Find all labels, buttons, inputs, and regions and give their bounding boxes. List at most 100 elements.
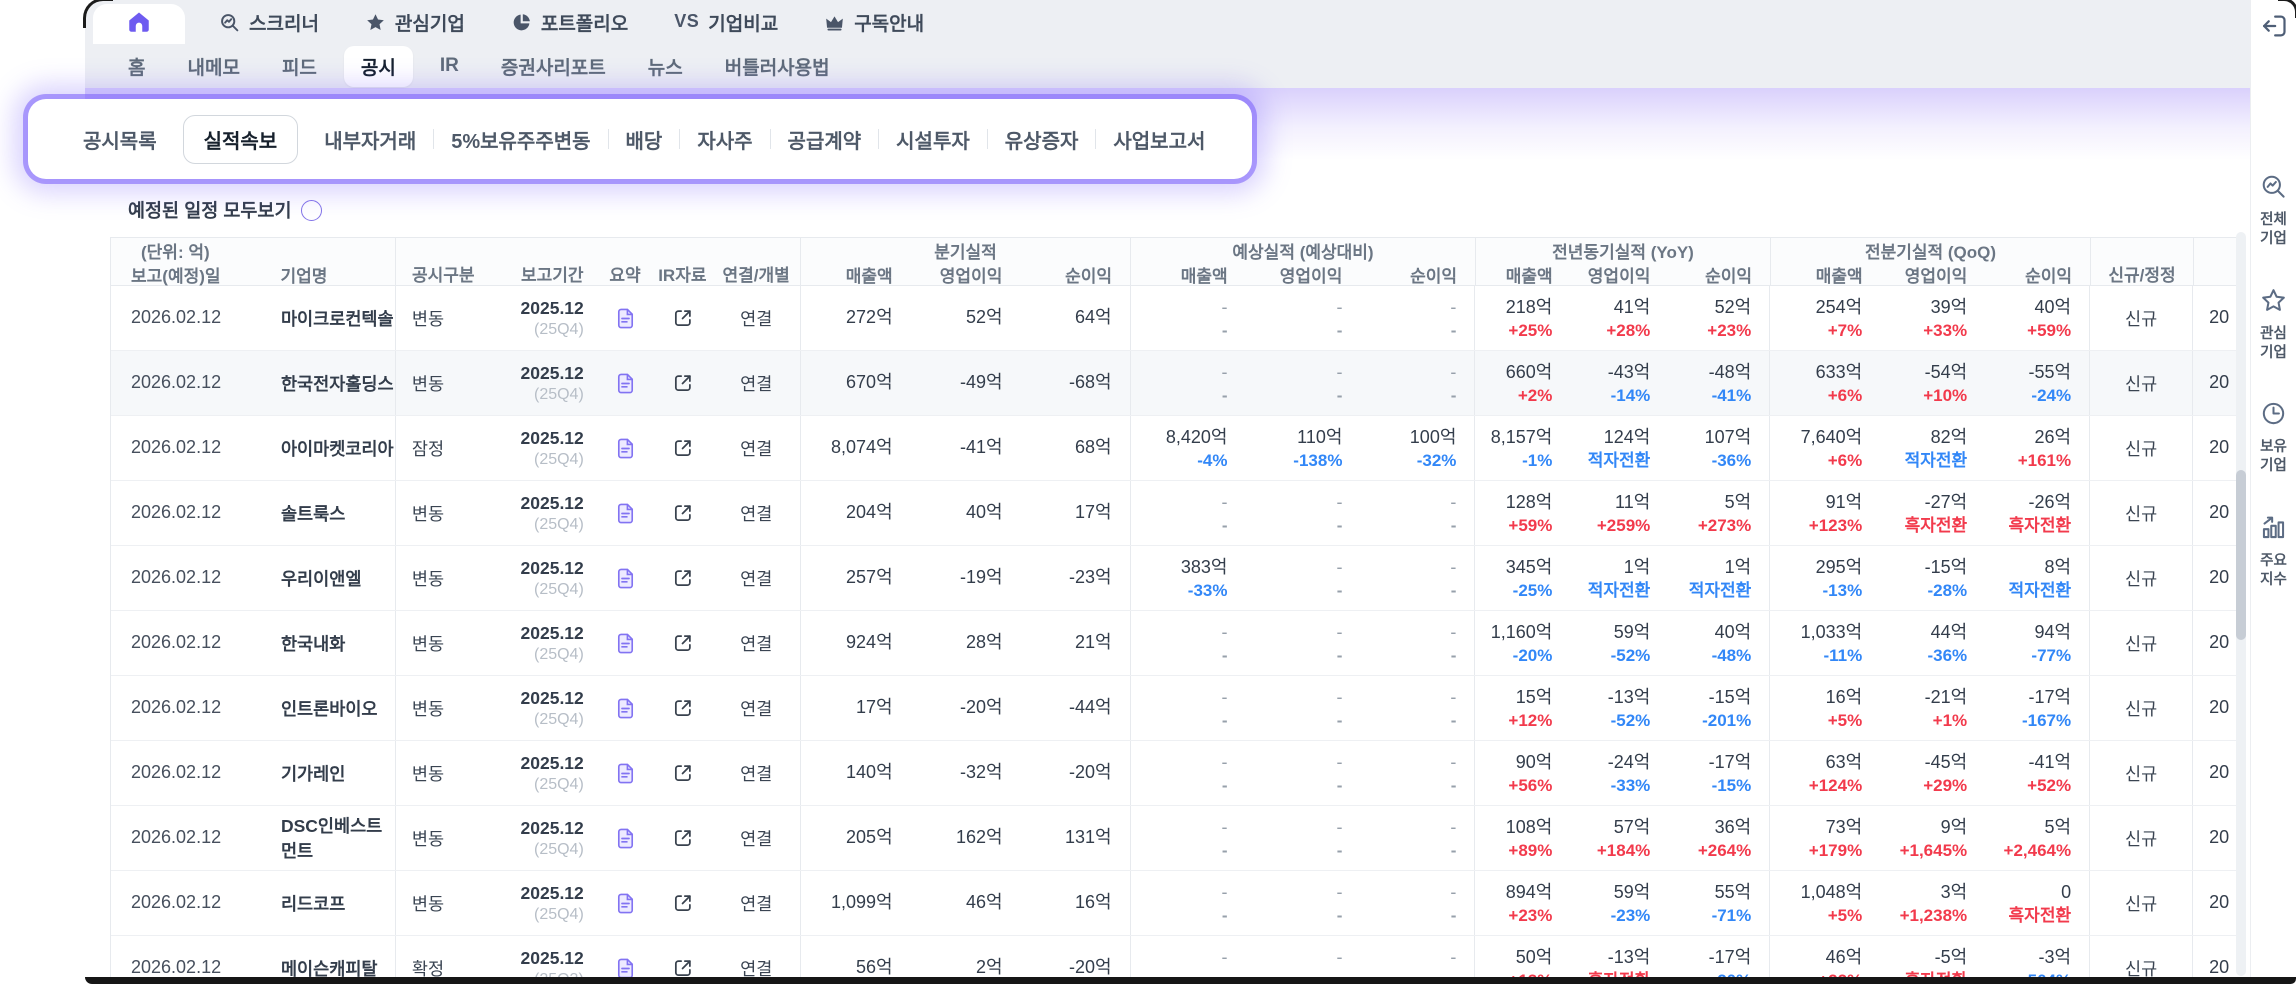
cell-clipped-date: 20 <box>2193 546 2236 610</box>
second-nav-item-증권사리포트[interactable]: 증권사리포트 <box>480 53 627 80</box>
disclosure-tab-시설투자[interactable]: 시설투자 <box>879 125 987 154</box>
table-row[interactable]: 2026.02.12솔트룩스변동2025.12(25Q4)연결204억40억17… <box>111 481 2236 546</box>
summary-doc-icon[interactable] <box>598 611 653 675</box>
cell-status: 신규 <box>2090 416 2193 480</box>
cell-company-name[interactable]: 한국전자홀딩스 <box>251 351 396 415</box>
top-nav-item-3[interactable]: 포트폴리오 <box>511 0 628 44</box>
second-nav-item-홈[interactable]: 홈 <box>107 53 166 80</box>
summary-doc-icon[interactable] <box>598 871 653 935</box>
summary-doc-icon[interactable] <box>598 416 653 480</box>
second-nav-item-IR[interactable]: IR <box>419 55 480 77</box>
external-link-icon[interactable] <box>653 416 713 480</box>
metric-cell: -32억 <box>911 741 1021 805</box>
table-header: (단위: 억)보고(예정)일기업명공시구분보고기간요약IR자료연결/개별분기실적… <box>111 238 2236 286</box>
table-row[interactable]: 2026.02.12우리이앤엘변동2025.12(25Q4)연결257억-19억… <box>111 546 2236 611</box>
metric-cell: 39억+33% <box>1880 286 1985 350</box>
rail-item-관심기업[interactable]: 관심 기업 <box>2260 287 2287 363</box>
metric-cell: 162억 <box>911 806 1021 870</box>
cell-consolidation: 연결 <box>713 741 801 805</box>
disclosure-tab-내부자거래[interactable]: 내부자거래 <box>307 125 433 154</box>
cell-company-name[interactable]: 리드코프 <box>251 871 396 935</box>
disclosure-tab-공시목록[interactable]: 공시목록 <box>66 125 174 154</box>
metric-cell: 345억-25% <box>1475 546 1570 610</box>
disclosure-tab-배당[interactable]: 배당 <box>609 125 680 154</box>
table-row[interactable]: 2026.02.12마이크로컨텍솔변동2025.12(25Q4)연결272억52… <box>111 286 2236 351</box>
cell-report-date: 2026.02.12 <box>111 871 251 935</box>
disclosure-tab-5%보유주주변동[interactable]: 5%보유주주변동 <box>434 125 607 154</box>
table-row[interactable]: 2026.02.12아이마켓코리아잠정2025.12(25Q4)연결8,074억… <box>111 416 2236 481</box>
cell-company-name[interactable]: 솔트룩스 <box>251 481 396 545</box>
summary-doc-icon[interactable] <box>598 806 653 870</box>
external-link-icon[interactable] <box>653 676 713 740</box>
metric-cell: 82억적자전환 <box>1880 416 1985 480</box>
top-nav-item-2[interactable]: 관심기업 <box>365 0 465 44</box>
summary-doc-icon[interactable] <box>598 741 653 805</box>
cell-company-name[interactable]: 기가레인 <box>251 741 396 805</box>
external-link-icon[interactable] <box>653 481 713 545</box>
second-nav-item-내메모[interactable]: 내메모 <box>166 53 260 80</box>
external-link-icon[interactable] <box>653 871 713 935</box>
disclosure-tab-사업보고서[interactable]: 사업보고서 <box>1096 125 1222 154</box>
table-row[interactable]: 2026.02.12리드코프변동2025.12(25Q4)연결1,099억46억… <box>111 871 2236 936</box>
header-group-title: 예상실적 (예상대비) <box>1131 238 1475 263</box>
external-link-icon[interactable] <box>653 741 713 805</box>
summary-doc-icon[interactable] <box>598 351 653 415</box>
top-nav-item-1[interactable]: 스크리너 <box>219 0 319 44</box>
external-link-icon[interactable] <box>653 286 713 350</box>
summary-doc-icon[interactable] <box>598 936 653 978</box>
second-nav-item-버틀러사용법[interactable]: 버틀러사용법 <box>704 53 851 80</box>
second-nav-item-피드[interactable]: 피드 <box>261 53 338 80</box>
disclosure-tab-자사주[interactable]: 자사주 <box>680 125 769 154</box>
rail-item-전체기업[interactable]: 전체 기업 <box>2260 173 2287 249</box>
cell-company-name[interactable]: 한국내화 <box>251 611 396 675</box>
table-row[interactable]: 2026.02.12DSC인베스트먼트변동2025.12(25Q4)연결205억… <box>111 806 2236 871</box>
table-row[interactable]: 2026.02.12인트론바이오변동2025.12(25Q4)연결17억-20억… <box>111 676 2236 741</box>
disclosure-tab-유상증자[interactable]: 유상증자 <box>988 125 1096 154</box>
metric-cell: 63억+124% <box>1770 741 1880 805</box>
metric-cell: 894억+23% <box>1475 871 1570 935</box>
metric-cell: -- <box>1245 351 1360 415</box>
external-link-icon[interactable] <box>653 806 713 870</box>
external-link-icon[interactable] <box>653 546 713 610</box>
metric-cell: -5억흑자전환 <box>1880 936 1985 978</box>
external-link-icon[interactable] <box>653 611 713 675</box>
table-row[interactable]: 2026.02.12한국내화변동2025.12(25Q4)연결924억28억21… <box>111 611 2236 676</box>
cell-consolidation: 연결 <box>713 416 801 480</box>
summary-doc-icon[interactable] <box>598 286 653 350</box>
metric-cell: 57억+184% <box>1570 806 1668 870</box>
external-link-icon[interactable] <box>653 351 713 415</box>
cell-company-name[interactable]: 메이슨캐피탈 <box>251 936 396 978</box>
metric-cell: -68억 <box>1021 351 1131 415</box>
metric-cell: 205억 <box>801 806 911 870</box>
table-row[interactable]: 2026.02.12기가레인변동2025.12(25Q4)연결140억-32억-… <box>111 741 2236 806</box>
cell-company-name[interactable]: 마이크로컨텍솔 <box>251 286 396 350</box>
scheduled-toggle-circle[interactable] <box>301 200 322 221</box>
rail-item-보유기업[interactable]: 보유 기업 <box>2260 400 2287 476</box>
cell-company-name[interactable]: 우리이앤엘 <box>251 546 396 610</box>
table-row[interactable]: 2026.02.12한국전자홀딩스변동2025.12(25Q4)연결670억-4… <box>111 351 2236 416</box>
external-link-icon[interactable] <box>653 936 713 978</box>
summary-doc-icon[interactable] <box>598 546 653 610</box>
metric-cell: 59억-52% <box>1570 611 1668 675</box>
cell-company-name[interactable]: 아이마켓코리아 <box>251 416 396 480</box>
column-header-신규/정정: 신규/정정 <box>2091 262 2193 285</box>
cell-company-name[interactable]: DSC인베스트먼트 <box>251 806 396 870</box>
table-row[interactable]: 2026.02.12메이슨캐피탈확정2025.12(25Q3)연결56억2억-2… <box>111 936 2236 978</box>
scheduled-toggle[interactable]: 예정된 일정 모두보기 <box>128 197 322 223</box>
clock-icon <box>2260 400 2287 432</box>
second-nav-item-공시[interactable]: 공시 <box>344 46 413 87</box>
metric-cell: 3억+1,238% <box>1880 871 1985 935</box>
top-nav-item-4[interactable]: VS기업비교 <box>674 0 778 44</box>
cell-status: 신규 <box>2090 286 2193 350</box>
second-nav-item-뉴스[interactable]: 뉴스 <box>627 53 704 80</box>
top-nav-item-5[interactable]: 구독안내 <box>824 0 924 44</box>
disclosure-tab-실적속보[interactable]: 실적속보 <box>183 115 299 164</box>
summary-doc-icon[interactable] <box>598 676 653 740</box>
disclosure-tab-공급계약[interactable]: 공급계약 <box>771 125 879 154</box>
metric-cell: 131억 <box>1021 806 1131 870</box>
summary-doc-icon[interactable] <box>598 481 653 545</box>
header-group-title: 전년동기실적 (YoY) <box>1476 238 1770 263</box>
rail-item-주요지수[interactable]: 주요 지수 <box>2260 514 2287 590</box>
vertical-scrollbar-thumb[interactable] <box>2236 470 2246 640</box>
cell-company-name[interactable]: 인트론바이오 <box>251 676 396 740</box>
